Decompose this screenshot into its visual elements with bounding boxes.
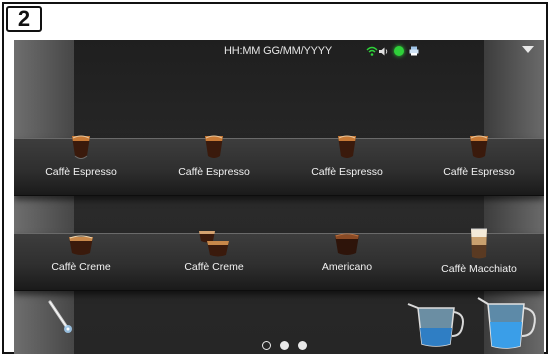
beverage-label: Caffè Creme — [51, 261, 111, 273]
beverage-button[interactable]: Caffè Creme — [21, 227, 141, 273]
beverage-label: Caffè Creme — [184, 261, 244, 273]
beverage-button[interactable]: Caffè Macchiato — [419, 227, 539, 275]
espresso-cup-icon — [338, 135, 356, 158]
espresso-cup-icon — [205, 135, 223, 158]
double-creme-cup-icon — [199, 231, 229, 257]
printer-icon — [409, 46, 419, 56]
beverage-button[interactable]: Americano — [287, 227, 407, 273]
beverage-button[interactable]: Caffè Creme — [154, 227, 274, 273]
espresso-cup-icon — [72, 135, 90, 159]
step-number-badge: 2 — [6, 6, 42, 32]
beverage-button[interactable]: Caffè Espresso — [154, 132, 274, 178]
beverage-label: Caffè Macchiato — [441, 263, 517, 275]
beverage-label: Caffè Espresso — [311, 166, 383, 178]
page-dot-1[interactable] — [262, 341, 271, 350]
status-bar: HH:MM GG/MM/YYYY — [14, 40, 544, 64]
steam-wand-icon[interactable] — [44, 298, 84, 338]
creme-cup-icon — [69, 235, 93, 255]
beverage-label: Caffè Espresso — [178, 166, 250, 178]
beverage-label: Caffè Espresso — [45, 166, 117, 178]
beverage-button[interactable]: Caffè Espresso — [287, 132, 407, 178]
status-led-icon — [394, 46, 404, 56]
page-dot-3[interactable] — [298, 341, 307, 350]
espresso-cup-icon — [470, 135, 488, 158]
speaker-icon — [379, 47, 388, 56]
wifi-icon — [366, 46, 378, 56]
milk-jug-icon[interactable] — [404, 298, 476, 350]
americano-cup-icon — [335, 233, 359, 255]
datetime-display: HH:MM GG/MM/YYYY — [224, 45, 333, 57]
page-indicator — [260, 341, 320, 353]
macchiato-glass-icon — [471, 228, 487, 259]
water-jug-icon[interactable] — [476, 296, 544, 352]
beverage-button[interactable]: Caffè Espresso — [21, 132, 141, 178]
beverage-button[interactable]: Caffè Espresso — [419, 132, 539, 178]
page-dot-2[interactable] — [280, 341, 289, 350]
machine-display: HH:MM GG/MM/YYYY Caffè Espresso Caffè Es… — [14, 40, 544, 354]
chevron-down-icon[interactable] — [522, 46, 534, 53]
beverage-label: Americano — [321, 261, 373, 273]
beverage-label: Caffè Espresso — [443, 166, 515, 178]
